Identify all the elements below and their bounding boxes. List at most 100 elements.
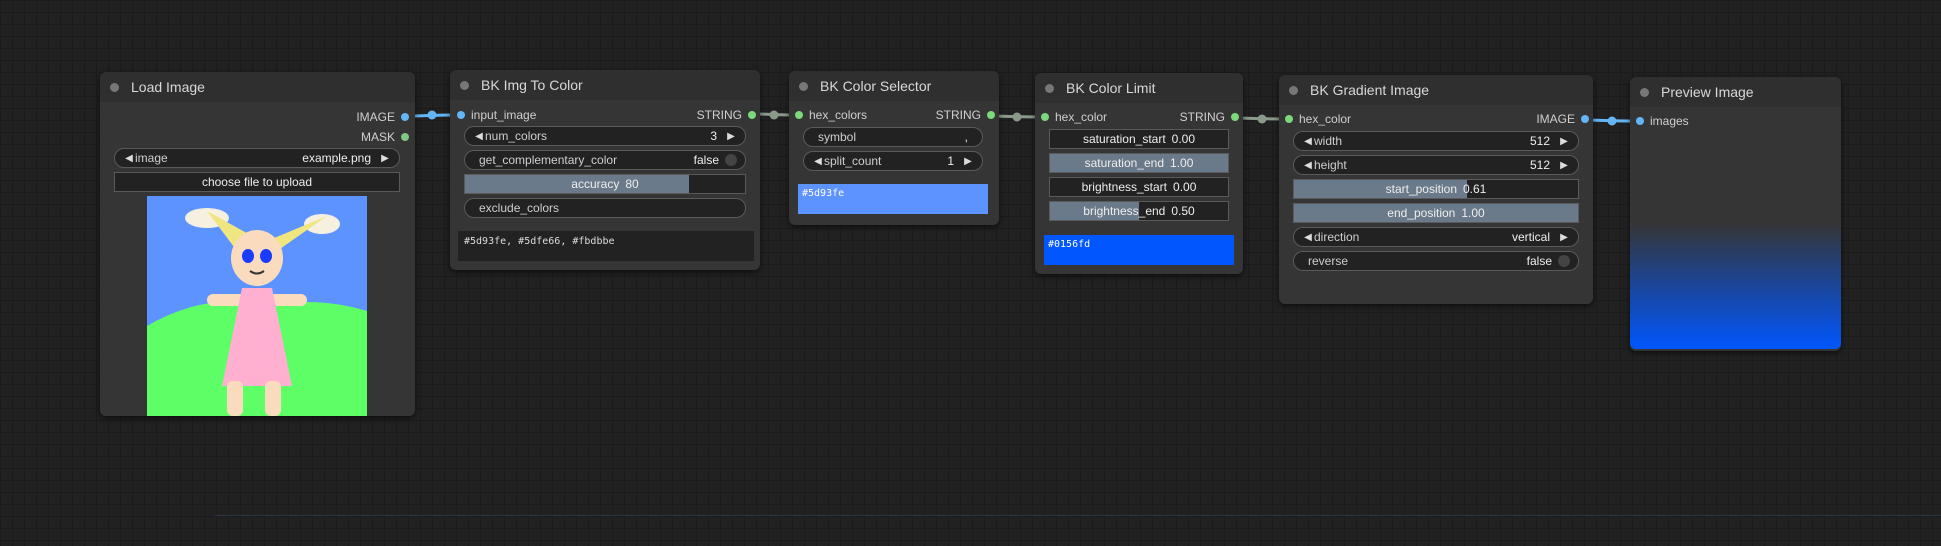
slot-label: STRING: [696, 108, 742, 122]
accuracy-slider[interactable]: accuracy 80: [464, 174, 746, 194]
collapse-dot-icon[interactable]: [1045, 83, 1054, 93]
arrow-left-icon[interactable]: ◀: [812, 156, 824, 167]
exclude-colors-input[interactable]: exclude_colors: [464, 198, 746, 218]
collapse-dot-icon[interactable]: [110, 82, 119, 92]
saturation-end-slider[interactable]: saturation_end 1.00: [1049, 153, 1229, 173]
symbol-input[interactable]: symbol ,: [803, 127, 983, 147]
widget-value: false: [693, 153, 719, 167]
output-string-slot[interactable]: STRING: [697, 108, 756, 122]
image-slot-dot-icon[interactable]: [1581, 115, 1589, 123]
widget-value: 80: [625, 177, 639, 191]
slider-text: brightness_end 0.50: [1050, 202, 1228, 220]
mask-slot-dot-icon[interactable]: [401, 133, 409, 141]
output-string-slot[interactable]: STRING: [1180, 110, 1239, 124]
input-hex-colors-slot[interactable]: hex_colors: [795, 108, 867, 122]
widget-value: 0.00: [1171, 132, 1196, 146]
node-title: BK Img To Color: [481, 77, 583, 93]
image-slot-dot-icon[interactable]: [401, 113, 409, 121]
height-stepper[interactable]: ◀ height 512 ▶: [1293, 155, 1579, 175]
collapse-dot-icon[interactable]: [1289, 85, 1298, 95]
arrow-left-icon[interactable]: ◀: [473, 131, 485, 142]
arrow-left-icon[interactable]: ◀: [1302, 160, 1314, 171]
limited-color-swatch: #0156fd: [1044, 235, 1234, 265]
reverse-toggle[interactable]: reverse false: [1293, 251, 1579, 271]
collapse-dot-icon[interactable]: [460, 80, 469, 90]
node-title-bar[interactable]: Preview Image: [1630, 77, 1841, 107]
preview-image-node[interactable]: Preview Image images: [1630, 77, 1841, 351]
node-title: BK Gradient Image: [1310, 82, 1430, 98]
image-combo[interactable]: ◀ image example.png ▶: [114, 148, 400, 168]
slot-label: hex_color: [1299, 112, 1352, 126]
widget-label: width: [1314, 134, 1343, 148]
string-slot-dot-icon[interactable]: [987, 111, 995, 119]
gradient-image-node[interactable]: BK Gradient Image hex_color IMAGE ◀ widt…: [1279, 75, 1593, 304]
input-hex-color-slot[interactable]: hex_color: [1285, 112, 1351, 126]
link-string-1-midpoint: [769, 110, 779, 120]
widget-value: 3: [710, 129, 717, 143]
widget-value: 0.50: [1171, 204, 1195, 218]
arrow-right-icon[interactable]: ▶: [1558, 160, 1570, 171]
node-title-bar[interactable]: BK Color Selector: [789, 71, 999, 101]
widget-value: 1.00: [1461, 206, 1485, 220]
node-title-bar[interactable]: Load Image: [100, 72, 415, 102]
input-hex-color-slot[interactable]: hex_color: [1041, 110, 1107, 124]
input-image-slot[interactable]: input_image: [457, 108, 536, 122]
arrow-left-icon[interactable]: ◀: [1302, 232, 1314, 243]
toggle-knob-icon[interactable]: [1558, 255, 1570, 267]
output-mask-slot[interactable]: MASK: [361, 130, 409, 144]
num-colors-stepper[interactable]: ◀ num_colors 3 ▶: [464, 126, 746, 146]
arrow-right-icon[interactable]: ▶: [1558, 232, 1570, 243]
widget-label: reverse: [1308, 254, 1349, 268]
brightness-end-slider[interactable]: brightness_end 0.50: [1049, 201, 1229, 221]
combo-label: image: [135, 151, 168, 165]
output-string-slot[interactable]: STRING: [936, 108, 995, 122]
widget-value: 1: [947, 154, 954, 168]
arrow-left-icon[interactable]: ◀: [1302, 136, 1314, 147]
slot-label: hex_color: [1055, 110, 1108, 124]
selected-color-swatch: #5d93fe: [798, 184, 988, 214]
slider-text: saturation_end 1.00: [1050, 154, 1228, 172]
width-stepper[interactable]: ◀ width 512 ▶: [1293, 131, 1579, 151]
widget-label: saturation_end: [1084, 156, 1165, 170]
split-count-stepper[interactable]: ◀ split_count 1 ▶: [803, 151, 983, 171]
brightness-start-slider[interactable]: brightness_start 0.00: [1049, 177, 1229, 197]
arrow-right-icon[interactable]: ▶: [725, 131, 737, 142]
image-slot-dot-icon[interactable]: [457, 111, 465, 119]
widget-label: accuracy: [571, 177, 620, 191]
widget-value: vertical: [1511, 230, 1550, 244]
arrow-right-icon[interactable]: ▶: [962, 156, 974, 167]
start-position-slider[interactable]: start_position 0.61: [1293, 179, 1579, 199]
arrow-right-icon[interactable]: ▶: [1558, 136, 1570, 147]
input-images-slot[interactable]: images: [1636, 114, 1689, 128]
image-slot-dot-icon[interactable]: [1636, 117, 1644, 125]
node-title-bar[interactable]: BK Color Limit: [1035, 73, 1243, 103]
output-image-slot[interactable]: IMAGE: [356, 110, 409, 124]
load-image-node[interactable]: Load Image IMAGE MASK ◀ image example.pn…: [100, 72, 415, 416]
string-slot-dot-icon[interactable]: [1231, 113, 1239, 121]
collapse-dot-icon[interactable]: [799, 81, 808, 91]
complementary-toggle[interactable]: get_complementary_color false: [464, 150, 746, 170]
color-result-textarea[interactable]: #5d93fe, #5dfe66, #fbdbbe: [458, 231, 754, 261]
color-limit-node[interactable]: BK Color Limit hex_color STRING saturati…: [1035, 73, 1243, 274]
node-title-bar[interactable]: BK Gradient Image: [1279, 75, 1593, 105]
string-slot-dot-icon[interactable]: [748, 111, 756, 119]
string-slot-dot-icon[interactable]: [1285, 115, 1293, 123]
upload-button[interactable]: choose file to upload: [114, 172, 400, 192]
collapse-dot-icon[interactable]: [1640, 87, 1649, 97]
toggle-knob-icon[interactable]: [725, 154, 737, 166]
node-title-bar[interactable]: BK Img To Color: [450, 70, 760, 100]
img-to-color-node[interactable]: BK Img To Color input_image STRING ◀ num…: [450, 70, 760, 270]
direction-combo[interactable]: ◀ direction vertical ▶: [1293, 227, 1579, 247]
slider-text: accuracy 80: [465, 175, 745, 193]
string-slot-dot-icon[interactable]: [1041, 113, 1049, 121]
output-image-slot[interactable]: IMAGE: [1536, 112, 1589, 126]
arrow-left-icon[interactable]: ◀: [123, 153, 135, 164]
widget-value: 512: [1529, 134, 1550, 148]
string-slot-dot-icon[interactable]: [795, 111, 803, 119]
end-position-slider[interactable]: end_position 1.00: [1293, 203, 1579, 223]
color-selector-node[interactable]: BK Color Selector hex_colors STRING symb…: [789, 71, 999, 225]
saturation-start-slider[interactable]: saturation_start 0.00: [1049, 129, 1229, 149]
link-string-2-midpoint: [1012, 112, 1022, 122]
widget-value: 512: [1529, 158, 1550, 172]
arrow-right-icon[interactable]: ▶: [379, 153, 391, 164]
